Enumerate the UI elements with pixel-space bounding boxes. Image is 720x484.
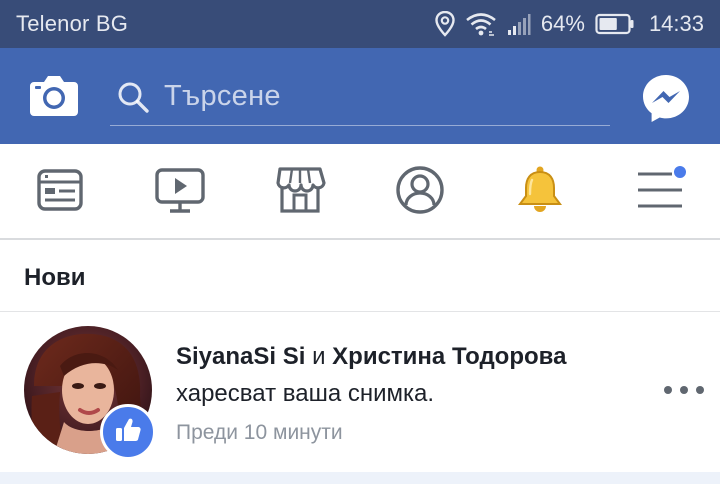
- search-input[interactable]: Търсене: [110, 70, 610, 126]
- clock: 14:33: [648, 11, 704, 36]
- notification-headline: SiyanaSi Si и Христина Тодорова: [176, 340, 646, 374]
- tab-notifications[interactable]: [480, 144, 600, 240]
- status-icons: 64% 14:33: [435, 8, 704, 40]
- battery-percent: 64%: [540, 11, 585, 36]
- tab-watch[interactable]: [120, 144, 240, 240]
- tab-marketplace[interactable]: [240, 144, 360, 240]
- messenger-button[interactable]: [640, 72, 692, 124]
- notification-action: харесват ваша снимка.: [176, 380, 435, 407]
- notification-time: Преди 10 минути: [176, 421, 343, 444]
- news-feed-icon: [36, 166, 84, 219]
- dot: [680, 386, 688, 394]
- notification-text: SiyanaSi Si и Христина Тодорова харесват…: [176, 340, 646, 452]
- tab-profile[interactable]: [360, 144, 480, 240]
- search-placeholder: Търсене: [164, 80, 281, 112]
- tab-menu[interactable]: [600, 144, 720, 240]
- section-header: Нови: [0, 242, 720, 312]
- tab-bar: [0, 144, 720, 240]
- messenger-icon: [640, 75, 692, 128]
- actor-name[interactable]: Христина Тодорова: [332, 343, 566, 370]
- like-icon: [114, 416, 142, 449]
- location-icon: [435, 11, 455, 37]
- wifi-icon: [465, 11, 497, 37]
- video-icon: [154, 166, 206, 219]
- actor-name[interactable]: SiyanaSi Si: [176, 343, 305, 370]
- connector-text: и: [305, 343, 333, 370]
- menu-badge-dot: [672, 164, 688, 180]
- profile-icon: [395, 165, 445, 220]
- tab-news-feed[interactable]: [0, 144, 120, 240]
- signal-icon: [507, 12, 531, 36]
- search-icon: [116, 80, 150, 119]
- dot: [696, 386, 704, 394]
- next-notification-item[interactable]: [0, 472, 720, 484]
- camera-button[interactable]: [28, 72, 80, 120]
- battery-icon: [595, 13, 635, 35]
- app-header: Търсене: [0, 48, 720, 144]
- dot: [664, 386, 672, 394]
- more-options-button[interactable]: [664, 378, 704, 402]
- camera-icon: [28, 76, 80, 124]
- notification-item[interactable]: SiyanaSi Si и Христина Тодорова харесват…: [0, 312, 720, 472]
- like-reaction-badge: [100, 404, 156, 460]
- marketplace-icon: [274, 165, 326, 220]
- section-title: Нови: [24, 264, 86, 291]
- carrier-name: Telenor BG: [16, 11, 129, 36]
- bell-icon: [517, 165, 563, 220]
- status-bar: Telenor BG 64% 14:33: [0, 0, 720, 48]
